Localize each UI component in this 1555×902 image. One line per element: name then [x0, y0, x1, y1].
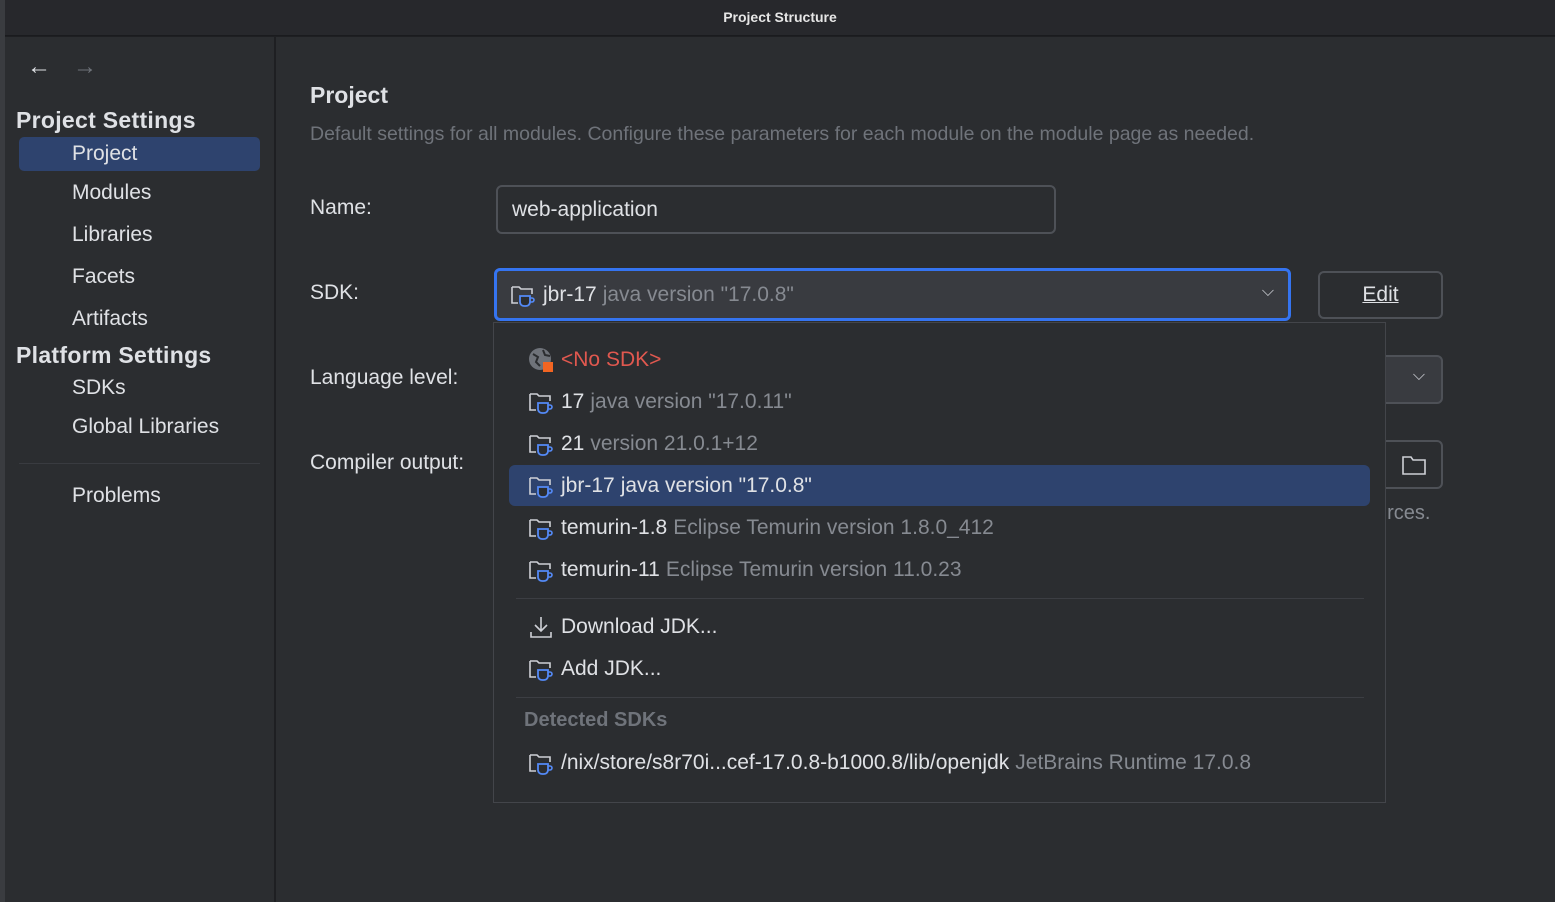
sidebar-item-modules[interactable]: Modules — [19, 176, 260, 210]
sidebar-item-artifacts[interactable]: Artifacts — [19, 302, 260, 336]
jdk-folder-icon — [527, 655, 555, 683]
window-title: Project Structure — [5, 0, 1555, 36]
chevron-down-icon: ⌵ — [1261, 283, 1274, 300]
sdk-option[interactable]: 21 version 21.0.1+12 — [509, 423, 1370, 464]
page-description: Default settings for all modules. Config… — [310, 123, 1255, 145]
sdk-label: SDK: — [310, 281, 360, 304]
language-level-label: Language level: — [310, 366, 459, 389]
sidebar-item-facets[interactable]: Facets — [19, 260, 260, 294]
detected-sdks-header: Detected SDKs — [524, 709, 668, 731]
forward-arrow-icon[interactable]: → — [73, 53, 97, 81]
jdk-folder-icon — [527, 514, 555, 542]
jdk-folder-icon — [509, 281, 537, 309]
dropdown-separator — [516, 697, 1364, 698]
download-jdk-option[interactable]: Download JDK... — [509, 606, 1370, 647]
sdk-option[interactable]: temurin-1.8 Eclipse Temurin version 1.8.0… — [509, 507, 1370, 548]
detected-sdk-option[interactable]: /nix/store/s8r70i...cef-17.0.8-b1000.8/l… — [509, 742, 1370, 783]
name-input[interactable]: web-application — [496, 185, 1056, 234]
jdk-folder-icon — [527, 430, 555, 458]
page-title: Project — [310, 82, 388, 108]
name-label: Name: — [310, 196, 372, 219]
sdk-option-selected[interactable]: jbr-17 java version "17.0.8" — [509, 465, 1370, 506]
sidebar-item-global-libraries[interactable]: Global Libraries — [19, 410, 260, 444]
sdk-option[interactable]: 17 java version "17.0.11" — [509, 381, 1370, 422]
sidebar: ← → Project Settings Project Modules Lib… — [5, 37, 275, 902]
section-project-settings: Project Settings — [16, 107, 196, 133]
compiler-output-label: Compiler output: — [310, 451, 465, 474]
dropdown-separator — [516, 598, 1364, 599]
globe-icon — [529, 347, 553, 372]
sidebar-item-problems[interactable]: Problems — [19, 479, 260, 513]
add-jdk-option[interactable]: Add JDK... — [509, 648, 1370, 689]
sdk-combobox[interactable]: jbr-17 java version "17.0.8" ⌵ — [494, 268, 1291, 321]
sdk-selected-name: jbr-17 — [543, 282, 597, 306]
folder-icon — [1402, 456, 1426, 475]
sidebar-item-sdks[interactable]: SDKs — [19, 371, 260, 405]
chevron-down-icon: ⌵ — [1412, 367, 1425, 384]
sdk-selected-version: java version "17.0.8" — [602, 282, 794, 306]
download-icon — [530, 616, 552, 638]
sidebar-item-project[interactable]: Project — [19, 137, 260, 171]
sdk-dropdown-popup: <No SDK> 17 java version "17.0.11" 21 vers… — [493, 322, 1386, 803]
back-arrow-icon[interactable]: ← — [27, 53, 51, 81]
jdk-folder-icon — [527, 472, 555, 500]
jdk-folder-icon — [527, 749, 555, 777]
jdk-folder-icon — [527, 556, 555, 584]
edit-button[interactable]: Edit — [1318, 271, 1443, 319]
jdk-folder-icon — [527, 388, 555, 416]
sidebar-item-libraries[interactable]: Libraries — [19, 218, 260, 252]
sidebar-divider — [19, 463, 260, 464]
sdk-option[interactable]: temurin-11 Eclipse Temurin version 11.0.2… — [509, 549, 1370, 590]
section-platform-settings: Platform Settings — [16, 342, 212, 368]
sdk-option-no-sdk[interactable]: <No SDK> — [509, 339, 1370, 380]
